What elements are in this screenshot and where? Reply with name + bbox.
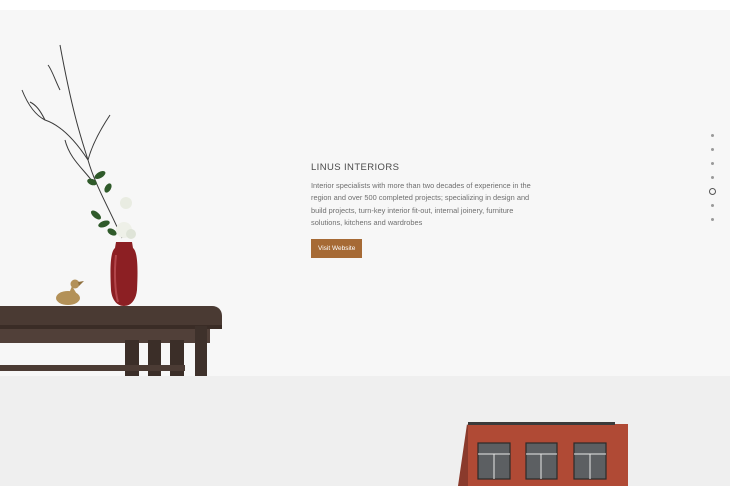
hero-section: LINUS INTERIORS Interior specialists wit… [0,10,730,376]
next-section [0,376,730,486]
table-vase-illustration [0,44,222,376]
project-info: LINUS INTERIORS Interior specialists wit… [311,162,536,258]
pager-dot[interactable] [710,162,714,165]
pager-dot-active[interactable] [708,188,716,195]
brick-building-illustration [458,422,628,486]
pager-dot[interactable] [710,148,714,151]
pager-dot[interactable] [710,176,714,179]
project-description: Interior specialists with more than two … [311,181,531,228]
pager-dot[interactable] [710,204,714,207]
pager-dot[interactable] [710,134,714,137]
project-title: LINUS INTERIORS [311,162,400,173]
pager-dot[interactable] [710,218,714,221]
visit-website-button[interactable]: Visit Website [311,238,363,258]
top-strip [0,0,730,10]
slide-pager [708,134,716,232]
